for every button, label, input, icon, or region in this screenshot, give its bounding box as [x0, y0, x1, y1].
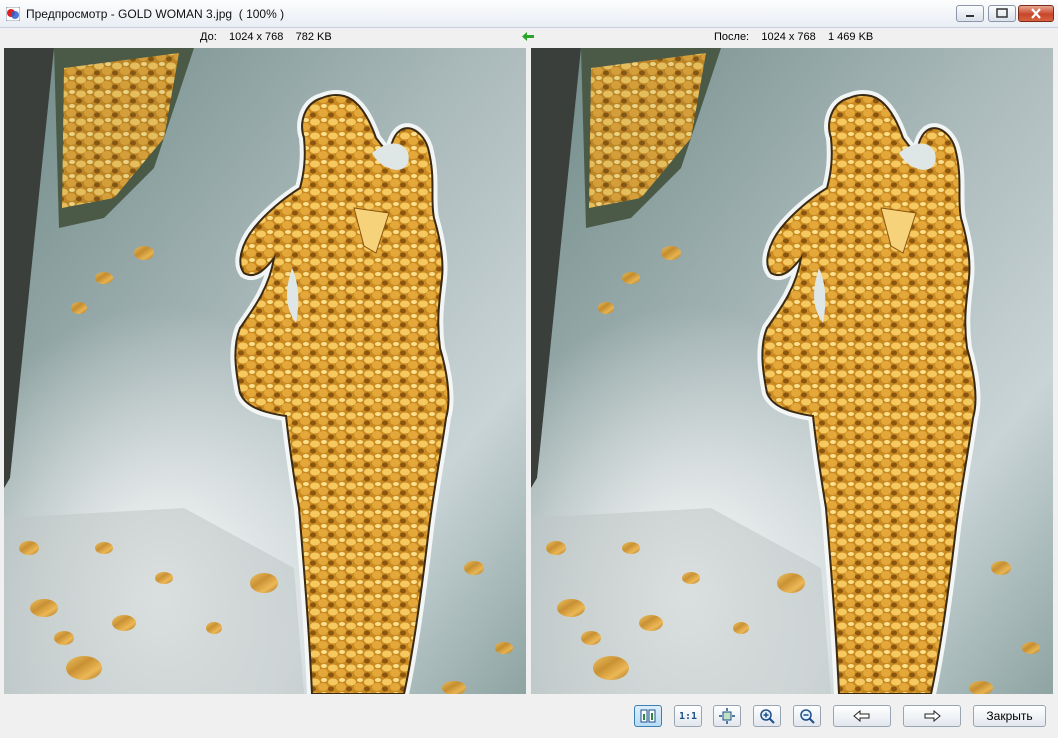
app-icon: [6, 7, 20, 21]
before-info: До: 1024 x 768 782 KB: [200, 31, 332, 43]
after-image: [531, 48, 1053, 694]
close-window-button[interactable]: [1018, 5, 1054, 22]
fit-to-window-icon: [719, 708, 735, 724]
next-button[interactable]: [903, 705, 961, 727]
before-image: [4, 48, 526, 694]
zoom-out-icon: [800, 709, 815, 724]
zoom-out-button[interactable]: [793, 705, 821, 727]
window-title: Предпросмотр - GOLD WOMAN 3.jpg ( 100% ): [26, 7, 285, 21]
before-preview[interactable]: [4, 48, 526, 694]
image-info-bar: До: 1024 x 768 782 KB После: 1024 x 768 …: [0, 28, 1058, 46]
after-preview[interactable]: [531, 48, 1053, 694]
arrow-left-icon: [853, 710, 870, 722]
zoom-in-button[interactable]: [753, 705, 781, 727]
arrow-right-icon: [924, 710, 941, 722]
green-left-arrow-icon[interactable]: [521, 31, 535, 42]
actual-size-label: 1:1: [678, 710, 698, 722]
compare-button[interactable]: [634, 705, 662, 727]
previous-button[interactable]: [833, 705, 891, 727]
fit-button[interactable]: [713, 705, 741, 727]
close-button[interactable]: Закрыть: [973, 705, 1046, 727]
maximize-icon: [996, 8, 1008, 18]
title-bar: Предпросмотр - GOLD WOMAN 3.jpg ( 100% ): [0, 0, 1058, 28]
minimize-icon: [966, 15, 974, 17]
after-info: После: 1024 x 768 1 469 KB: [714, 31, 874, 43]
zoom-in-icon: [760, 709, 775, 724]
side-by-side-compare-icon: [640, 709, 656, 723]
minimize-button[interactable]: [956, 5, 984, 22]
actual-size-button[interactable]: 1:1: [674, 705, 702, 727]
close-icon: [1031, 8, 1041, 19]
bottom-toolbar: 1:1 Закрыть: [0, 698, 1058, 738]
maximize-button[interactable]: [988, 5, 1016, 22]
